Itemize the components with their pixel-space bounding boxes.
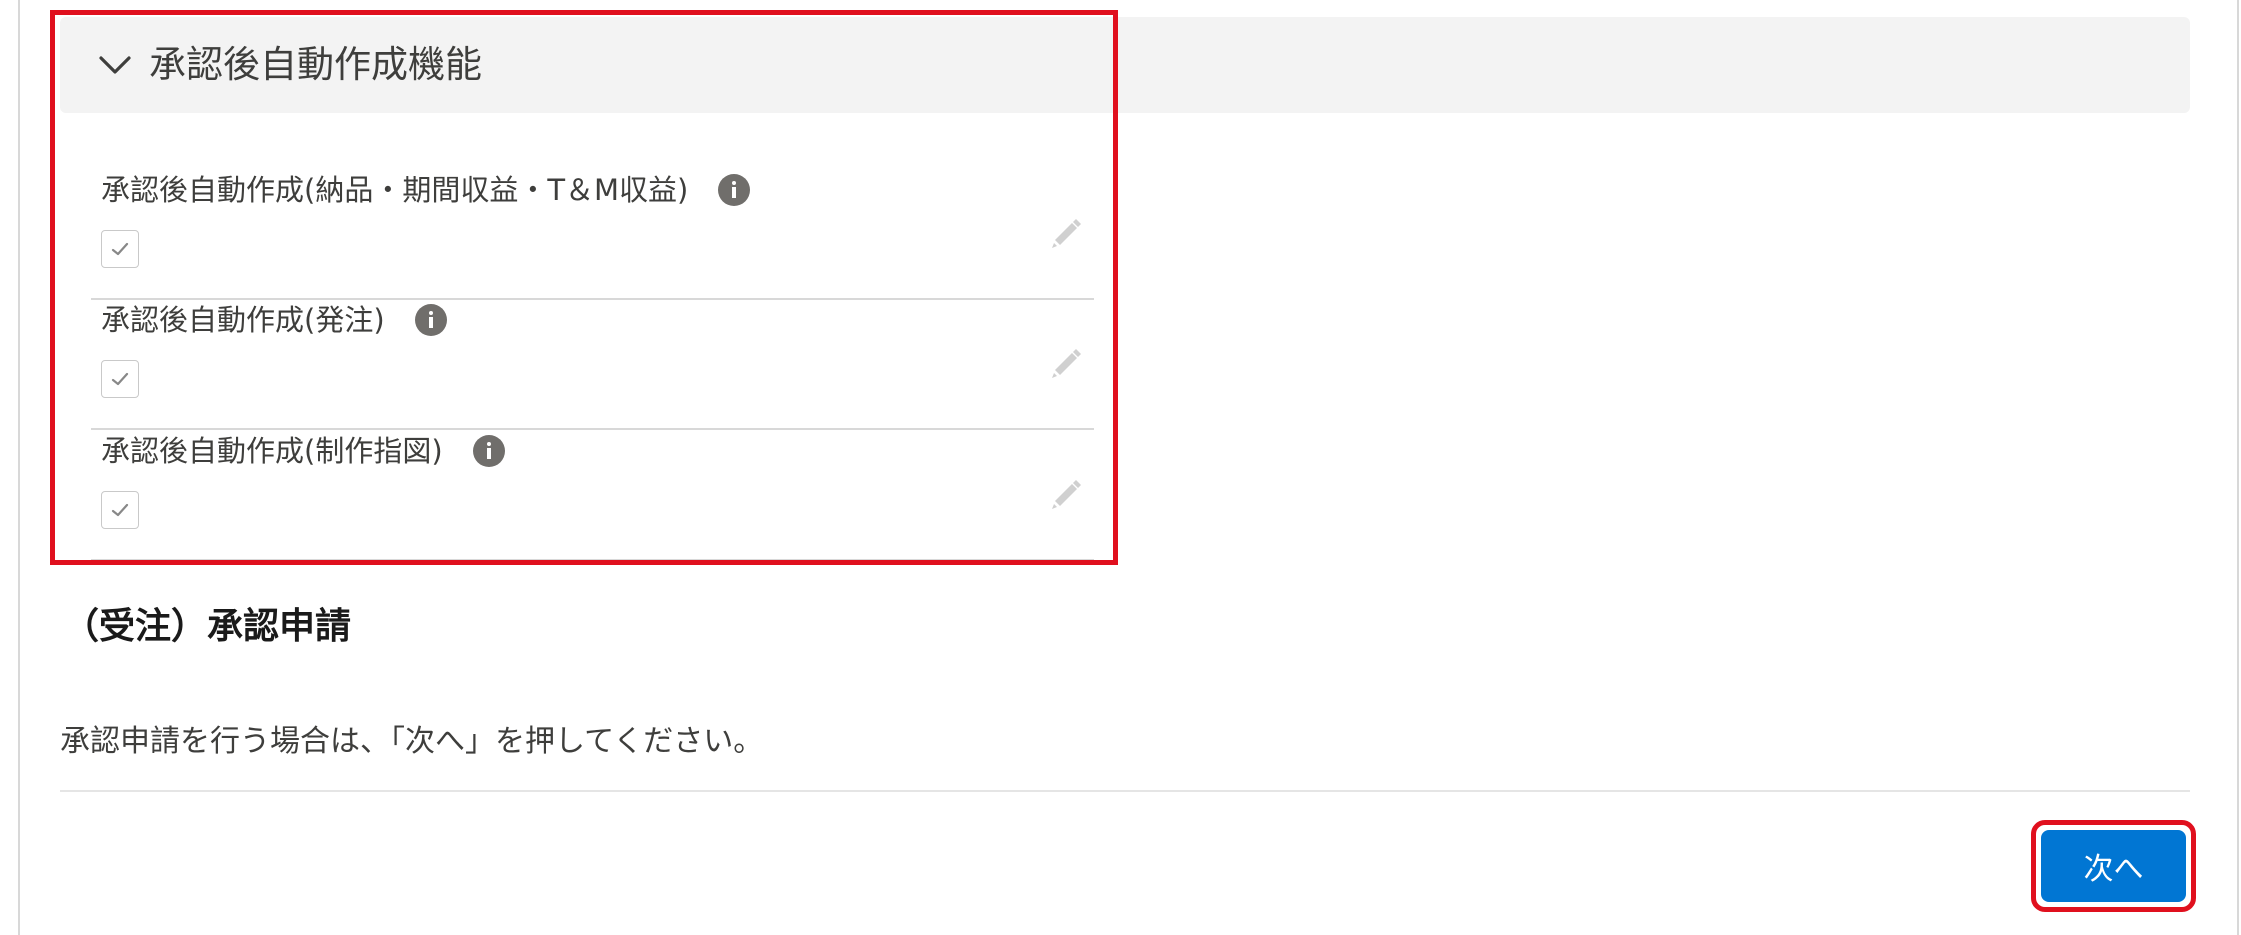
field-label: 承認後自動作成(納品・期間収益・T＆M収益) [101,173,689,207]
section-title: 承認後自動作成機能 [149,43,482,86]
field-label-row: 承認後自動作成(制作指図) [101,431,505,471]
field-label: 承認後自動作成(制作指図) [101,434,443,468]
checkmark-icon [111,372,129,386]
field-label: 承認後自動作成(発注) [101,303,385,337]
checkmark-icon [111,242,129,256]
pencil-edit-icon[interactable] [1046,215,1082,251]
page: 承認後自動作成機能 承認後自動作成(納品・期間収益・T＆M収益) 承認後自動作成… [0,0,2241,935]
field-auto-create-production: 承認後自動作成(制作指図) [91,431,1094,561]
field-label-row: 承認後自動作成(発注) [101,300,447,340]
section-header-auto-create[interactable]: 承認後自動作成機能 [60,17,2190,113]
checkbox-auto-create-delivery[interactable] [101,230,139,268]
footer-divider [60,790,2190,792]
chevron-down-icon[interactable] [97,50,133,80]
checkmark-icon [111,503,129,517]
approval-description: 承認申請を行う場合は、「次へ」を押してください。 [60,724,764,759]
field-divider [91,428,1094,430]
highlight-box-next-button: 次へ [2031,820,2196,912]
pencil-edit-icon[interactable] [1046,476,1082,512]
pencil-edit-icon[interactable] [1046,345,1082,381]
frame-border-left [18,0,20,935]
frame-border-right [2237,0,2239,935]
checkbox-auto-create-production[interactable] [101,491,139,529]
info-icon[interactable] [472,435,505,467]
field-auto-create-delivery: 承認後自動作成(納品・期間収益・T＆M収益) [91,170,1094,300]
approval-title: （受注）承認申請 [63,606,352,647]
field-label-row: 承認後自動作成(納品・期間収益・T＆M収益) [101,170,751,210]
field-divider [91,559,1094,561]
info-icon[interactable] [718,174,751,206]
field-auto-create-order: 承認後自動作成(発注) [91,300,1094,430]
info-icon[interactable] [414,304,447,336]
next-button[interactable]: 次へ [2041,830,2186,902]
checkbox-auto-create-order[interactable] [101,360,139,398]
